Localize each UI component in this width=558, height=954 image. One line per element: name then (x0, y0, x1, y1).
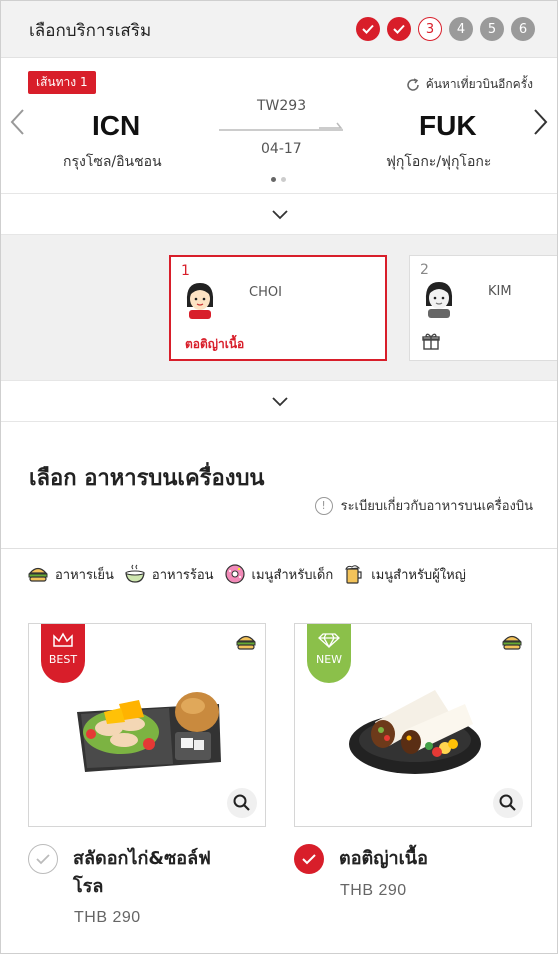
meal-name-line: โรล (73, 876, 104, 897)
avatar (422, 278, 456, 322)
zoom-button[interactable] (227, 788, 257, 818)
search-icon (499, 794, 516, 811)
meal-card-2[interactable]: NEW (294, 623, 532, 827)
check-icon (36, 853, 50, 864)
beer-icon (345, 565, 362, 584)
pager-dots (271, 177, 286, 182)
diamond-icon (318, 633, 340, 648)
app-frame: เลือกบริการเสริม 3 4 5 6 เส้นทาง 1 ค้นหา… (0, 0, 558, 954)
meal-name-line: สลัดอกไก่&ซอล์ฟ (73, 848, 211, 869)
plane-icon (319, 118, 345, 136)
passenger-card-1[interactable]: 1 CHOI ตอติญ่าเนื้อ (169, 255, 387, 361)
segment-badge: เส้นทาง 1 (28, 71, 96, 94)
meal-section-header: เลือก อาหารบนเครื่องบน ! ระเบียบเกี่ยวกั… (1, 423, 557, 549)
origin-code: ICN (92, 110, 141, 141)
step-6: 6 (511, 17, 535, 41)
prev-segment-button[interactable] (9, 108, 25, 143)
passenger-carousel: 1 CHOI ตอติญ่าเนื้อ 2 KIM (1, 235, 557, 381)
route-panel: เส้นทาง 1 ค้นหาเที่ยวบินอีกครั้ง ICN กรุ… (1, 58, 557, 194)
badge-label: NEW (315, 653, 343, 666)
dest-city: ฟุกุโอกะ/ฟุกุโอกะ (386, 154, 492, 170)
legend-kids-label: เมนูสำหรับเด็ก (251, 567, 334, 583)
refresh-icon (406, 77, 419, 91)
passenger-name: KIM (488, 284, 512, 299)
meal-rules-label: ระเบียบเกี่ยวกับอาหารบนเครื่องบิน (340, 499, 533, 514)
check-icon (302, 853, 316, 864)
meal-name-1: สลัดอกไก่&ซอล์ฟ โรล (73, 845, 211, 901)
dest-code: FUK (419, 110, 477, 141)
burger-icon (28, 567, 48, 582)
next-segment-button[interactable] (533, 108, 549, 143)
search-icon (233, 794, 250, 811)
passenger-number: 1 (181, 263, 190, 279)
pager-dot[interactable] (271, 177, 276, 182)
new-badge: NEW (307, 624, 351, 683)
info-icon: ! (314, 496, 333, 515)
meal-rules-link[interactable]: ! ระเบียบเกี่ยวกับอาหารบนเครื่องบิน (314, 495, 533, 516)
meal-category-legend: อาหารเย็น อาหารร้อน เมนูสำหรับเด็ก เมนูส… (27, 563, 466, 585)
crown-icon (53, 632, 73, 647)
meal-card-1[interactable]: BEST (28, 623, 266, 827)
meal-section-title: เลือก อาหารบนเครื่องบน (29, 466, 265, 491)
step-3-current: 3 (418, 17, 442, 41)
zoom-button[interactable] (493, 788, 523, 818)
gift-icon (422, 332, 440, 354)
expand-route-toggle[interactable] (1, 195, 557, 235)
meal-name-2: ตอติญ่าเนื้อ (339, 845, 428, 873)
header-bar: เลือกบริการเสริม 3 4 5 6 (1, 1, 557, 58)
meal-image-tortilla (345, 682, 485, 786)
meal-select-checkbox-2[interactable] (294, 844, 324, 874)
page-title: เลือกบริการเสริม (29, 21, 152, 41)
meal-image-salad (69, 682, 229, 786)
flight-date: 04-17 (261, 141, 302, 157)
badge-label: BEST (48, 653, 78, 666)
step-2-done[interactable] (387, 17, 411, 41)
bowl-icon (125, 564, 145, 583)
burger-icon (235, 632, 257, 656)
meal-name-line: ตอติญ่าเนื้อ (339, 848, 428, 869)
meal-select-checkbox-1[interactable] (28, 844, 58, 874)
step-1-done[interactable] (356, 17, 380, 41)
research-label: ค้นหาเที่ยวบินอีกครั้ง (425, 77, 533, 91)
chevron-down-icon (272, 396, 288, 406)
check-icon (362, 24, 374, 34)
donut-icon (224, 564, 245, 584)
passenger-selected-meal: ตอติญ่าเนื้อ (185, 337, 245, 351)
passenger-card-2[interactable]: 2 KIM (409, 255, 557, 361)
step-5: 5 (480, 17, 504, 41)
legend-cold: อาหารเย็น (27, 564, 114, 585)
passenger-name: CHOI (249, 285, 282, 300)
chevron-left-icon (10, 109, 24, 135)
expand-passenger-toggle[interactable] (1, 382, 557, 422)
legend-hot: อาหารร้อน (124, 563, 214, 585)
chevron-right-icon (534, 109, 548, 135)
step-4: 4 (449, 17, 473, 41)
check-icon (393, 24, 405, 34)
burger-icon (501, 632, 523, 656)
research-flight-link[interactable]: ค้นหาเที่ยวบินอีกครั้ง (405, 75, 533, 94)
meal-price-2: THB 290 (340, 882, 407, 899)
meal-price-1: THB 290 (74, 909, 141, 926)
chevron-down-icon (272, 209, 288, 219)
flight-number: TW293 (257, 98, 307, 114)
pager-dot[interactable] (281, 177, 286, 182)
legend-adult-label: เมนูสำหรับผู้ใหญ่ (371, 567, 466, 583)
origin-city: กรุงโซล/อินชอน (63, 154, 162, 170)
passenger-number: 2 (420, 262, 429, 278)
avatar (183, 279, 217, 323)
legend-adult: เมนูสำหรับผู้ใหญ่ (343, 563, 466, 585)
legend-hot-label: อาหารร้อน (151, 567, 214, 583)
best-badge: BEST (41, 624, 85, 683)
step-indicator: 3 4 5 6 (356, 17, 535, 41)
legend-cold-label: อาหารเย็น (55, 567, 114, 583)
legend-kids: เมนูสำหรับเด็ก (224, 563, 334, 585)
